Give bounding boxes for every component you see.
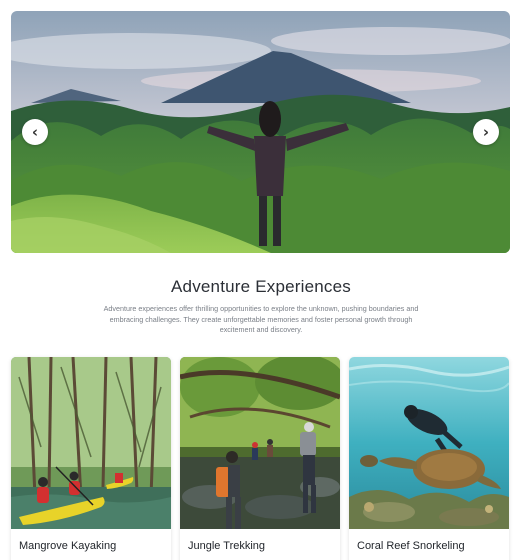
card-title: Mangrove Kayaking	[19, 540, 117, 552]
coral-reef-snorkeling-image	[349, 357, 509, 529]
hero-image-mountain-hiker	[11, 11, 510, 253]
section-title: Adventure Experiences	[171, 277, 351, 296]
card-coral-reef-snorkeling[interactable]: Coral Reef Snorkeling	[349, 357, 509, 560]
card-title: Jungle Trekking	[188, 540, 266, 552]
slider-prev-button[interactable]: ‹	[22, 119, 48, 145]
chevron-right-icon: ›	[482, 122, 490, 141]
chevron-left-icon: ‹	[31, 122, 39, 141]
jungle-trekking-image	[180, 357, 340, 529]
section-description: Adventure experiences offer thrilling op…	[103, 304, 419, 334]
card-mangrove-kayaking[interactable]: Mangrove Kayaking	[11, 357, 171, 560]
hero-slider: ‹ ›	[11, 11, 510, 253]
card-title: Coral Reef Snorkeling	[357, 540, 465, 552]
card-jungle-trekking[interactable]: Jungle Trekking	[180, 357, 340, 560]
slider-next-button[interactable]: ›	[473, 119, 499, 145]
mangrove-kayaking-image	[11, 357, 171, 529]
